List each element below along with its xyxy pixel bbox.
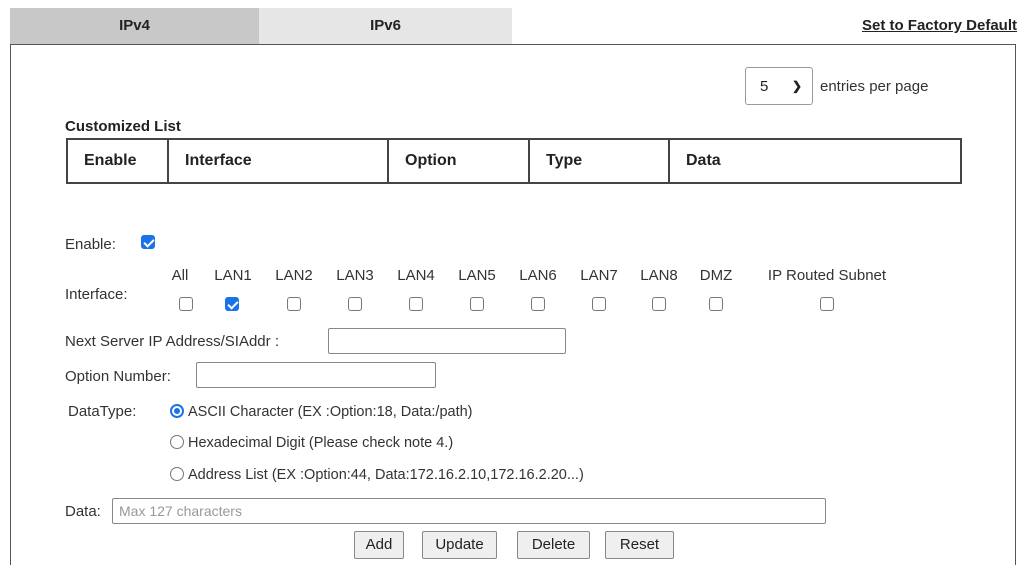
column-header-type: Type — [530, 140, 670, 182]
data-label: Data: — [65, 503, 101, 520]
interface-checkbox-lan4[interactable] — [409, 297, 423, 311]
interface-checkbox-lan5[interactable] — [470, 297, 484, 311]
interface-option-label-lan7: LAN7 — [580, 267, 618, 284]
add-button[interactable]: Add — [354, 531, 404, 559]
next-server-label: Next Server IP Address/SIAddr : — [65, 333, 279, 350]
datatype-option-label-hexadecimal: Hexadecimal Digit (Please check note 4.) — [188, 435, 454, 451]
datatype-radio-ascii[interactable] — [170, 404, 184, 418]
datatype-option-label-address-list: Address List (EX :Option:44, Data:172.16… — [188, 467, 584, 483]
tab-ipv4[interactable]: IPv4 — [10, 8, 259, 44]
datatype-option-label-ascii: ASCII Character (EX :Option:18, Data:/pa… — [188, 404, 473, 420]
interface-option-label-all: All — [171, 267, 189, 284]
interface-checkbox-lan8[interactable] — [652, 297, 666, 311]
customized-list-table: Enable Interface Option Type Data — [66, 138, 962, 184]
interface-checkbox-lan7[interactable] — [592, 297, 606, 311]
column-header-interface: Interface — [169, 140, 389, 182]
interface-checkbox-lan2[interactable] — [287, 297, 301, 311]
reset-button[interactable]: Reset — [605, 531, 674, 559]
enable-label: Enable: — [65, 236, 116, 253]
tab-ipv6[interactable]: IPv6 — [259, 8, 512, 44]
interface-checkbox-all[interactable] — [179, 297, 193, 311]
interface-checkbox-ip-routed-subnet[interactable] — [820, 297, 834, 311]
interface-option-label-dmz: DMZ — [699, 267, 733, 284]
tab-bar: IPv4 IPv6 Set to Factory Default — [10, 8, 1023, 44]
delete-button[interactable]: Delete — [517, 531, 590, 559]
entries-per-page-value: 5 — [760, 77, 769, 95]
interface-option-label-lan5: LAN5 — [458, 267, 496, 284]
column-header-data: Data — [686, 152, 721, 169]
interface-option-label-lan2: LAN2 — [275, 267, 313, 284]
interface-option-label-lan3: LAN3 — [336, 267, 374, 284]
interface-option-label-lan1: LAN1 — [214, 267, 252, 284]
entries-per-page-label: entries per page — [820, 77, 929, 95]
datatype-radio-address-list[interactable] — [170, 467, 184, 481]
column-header-option: Option — [389, 140, 530, 182]
interface-label: Interface: — [65, 286, 128, 303]
chevron-down-icon: ❯ — [791, 79, 802, 93]
datatype-label: DataType: — [68, 403, 137, 420]
option-number-input[interactable] — [196, 362, 436, 388]
interface-option-label-ip-routed-subnet: IP Routed Subnet — [767, 267, 887, 284]
interface-checkbox-lan3[interactable] — [348, 297, 362, 311]
next-server-ip-input[interactable] — [328, 328, 566, 354]
column-header-enable: Enable — [68, 140, 169, 182]
interface-option-label-lan8: LAN8 — [640, 267, 678, 284]
interface-option-label-lan4: LAN4 — [397, 267, 435, 284]
interface-checkbox-dmz[interactable] — [709, 297, 723, 311]
interface-checkbox-lan1[interactable] — [225, 297, 239, 311]
set-to-factory-default-link[interactable]: Set to Factory Default — [862, 8, 1017, 44]
interface-option-label-lan6: LAN6 — [519, 267, 557, 284]
update-button[interactable]: Update — [422, 531, 497, 559]
enable-checkbox[interactable] — [141, 235, 155, 249]
datatype-radio-hexadecimal[interactable] — [170, 435, 184, 449]
entries-per-page-select[interactable]: 5 ❯ — [745, 67, 813, 105]
entries-per-page: 5 ❯ entries per page — [745, 67, 928, 105]
data-input[interactable]: Max 127 characters — [112, 498, 826, 524]
customized-list-title: Customized List — [65, 118, 181, 135]
interface-checkbox-lan6[interactable] — [531, 297, 545, 311]
option-number-label: Option Number: — [65, 368, 171, 385]
